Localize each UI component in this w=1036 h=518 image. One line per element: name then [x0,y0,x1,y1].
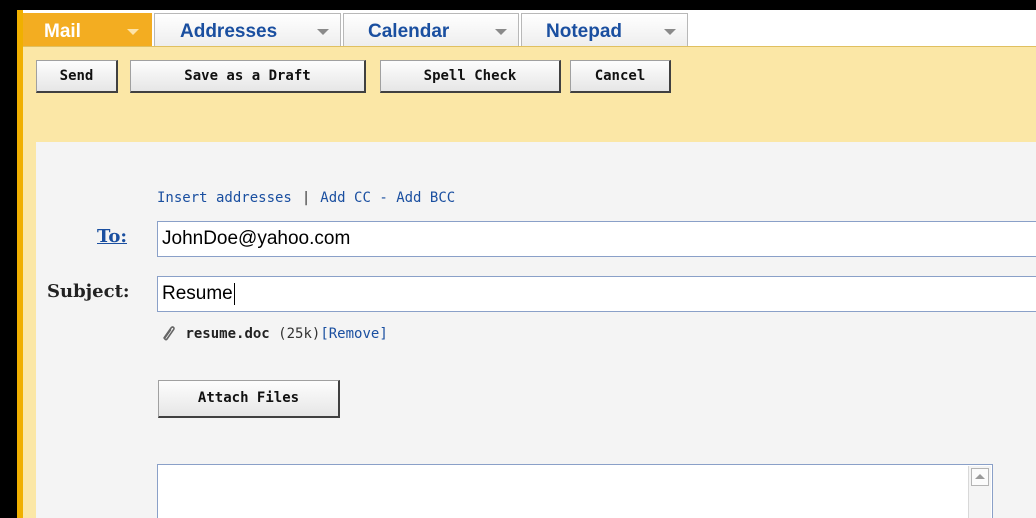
subject-field-value: Resume [162,283,233,304]
scroll-up-arrow-icon[interactable] [971,468,989,486]
tab-calendar[interactable]: Calendar [343,13,519,46]
tab-bar: Mail Addresses Calendar Notepad [23,10,1036,46]
chevron-down-icon[interactable] [317,29,329,35]
textarea-scrollbar[interactable] [968,466,991,518]
remove-attachment-link[interactable]: [Remove] [320,326,387,342]
to-field[interactable]: JohnDoe@yahoo.com [157,221,1036,257]
save-draft-button[interactable]: Save as a Draft [130,60,366,93]
link-separator: | [301,190,311,206]
compose-left-margin [23,142,36,518]
mail-window: Mail Addresses Calendar Notepad Send Sav… [17,10,1036,518]
cancel-button[interactable]: Cancel [570,60,671,93]
attach-files-button[interactable]: Attach Files [158,380,340,418]
subject-label: Subject: [47,281,130,302]
chevron-down-icon[interactable] [495,29,507,35]
to-label-link[interactable]: To: [97,226,127,247]
tab-notepad[interactable]: Notepad [521,13,688,46]
text-caret [233,282,235,305]
message-body-textarea[interactable] [157,464,993,518]
tab-addresses[interactable]: Addresses [154,13,341,46]
compose-form: Insert addresses | Add CC - Add BCC To: Jo… [23,142,1036,518]
tab-mail[interactable]: Mail [23,13,152,46]
address-links: Insert addresses | Add CC - Add BCC [157,190,455,206]
subject-field[interactable]: Resume [157,276,1036,312]
tab-calendar-label: Calendar [368,21,450,42]
insert-addresses-link[interactable]: Insert addresses [157,190,292,206]
paperclip-icon [163,326,175,341]
compose-toolbar: Send Save as a Draft Spell Check Cancel [23,46,1036,143]
tab-mail-label: Mail [44,21,81,42]
attachment-size: (25k) [278,326,321,342]
send-button[interactable]: Send [36,60,118,93]
tab-addresses-label: Addresses [180,21,278,42]
attachment-row: resume.doc (25k)[Remove] [159,324,388,342]
link-dash: - [379,190,388,206]
add-bcc-link[interactable]: Add BCC [396,190,455,206]
add-cc-link[interactable]: Add CC [320,190,371,206]
tab-notepad-label: Notepad [546,21,622,42]
spell-check-button[interactable]: Spell Check [380,60,561,93]
attachment-filename: resume.doc [185,326,270,342]
to-field-value: JohnDoe@yahoo.com [162,228,351,249]
chevron-down-icon[interactable] [127,29,139,35]
chevron-down-icon[interactable] [664,29,676,35]
